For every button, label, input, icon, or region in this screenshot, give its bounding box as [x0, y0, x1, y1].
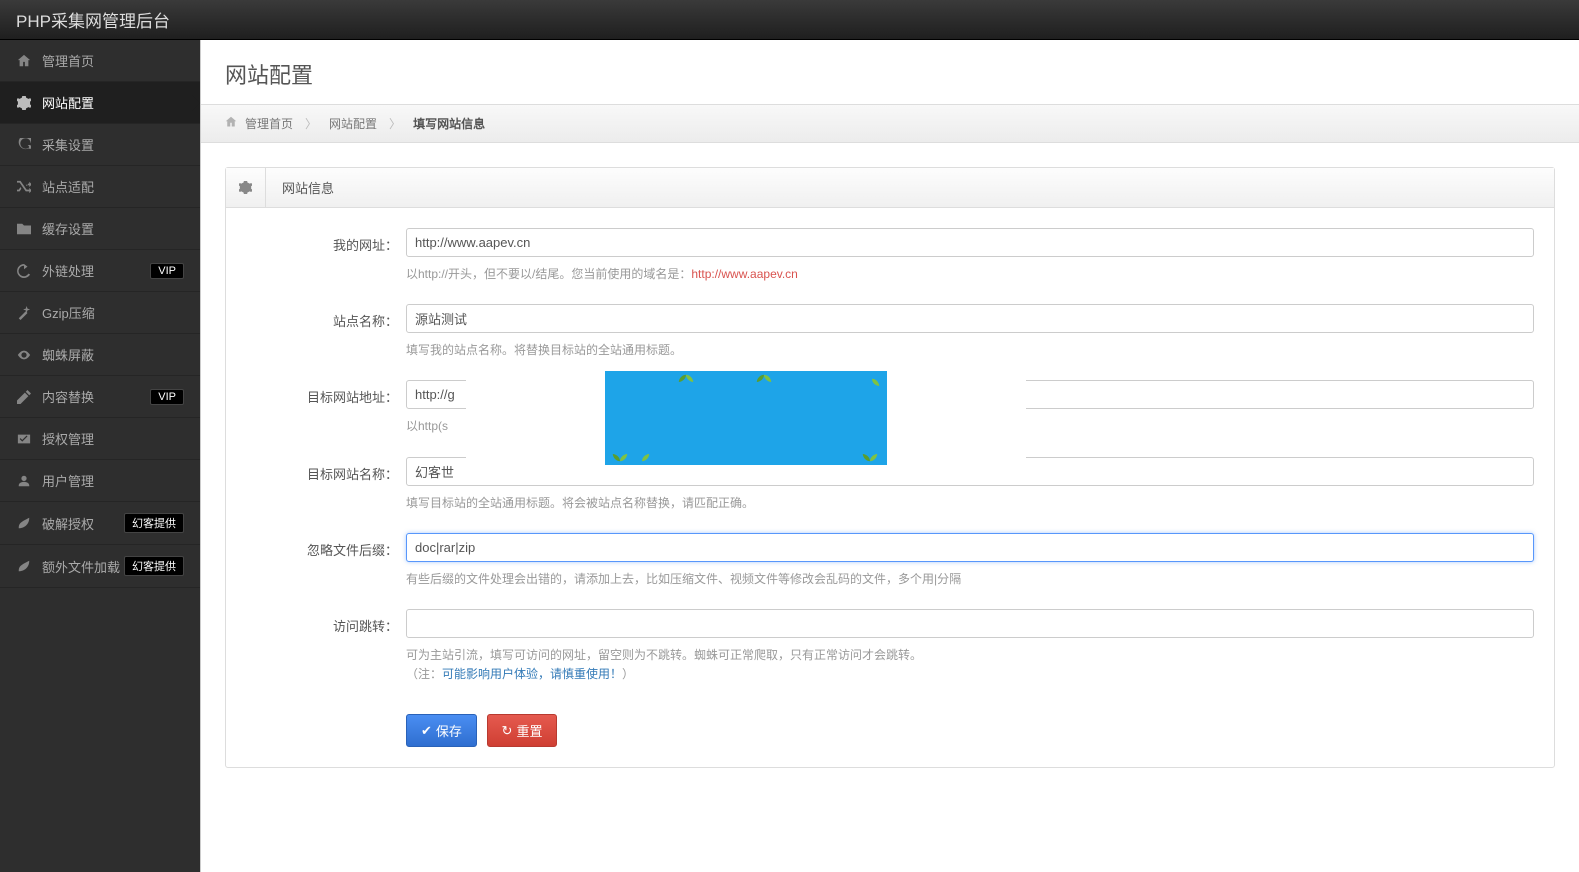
sidebar-link[interactable]: 授权管理 — [0, 418, 200, 460]
sidebar-item-label: 用户管理 — [42, 471, 94, 490]
sidebar-item-4[interactable]: 缓存设置 — [0, 208, 200, 250]
sidebar-link[interactable]: 缓存设置 — [0, 208, 200, 250]
gear-icon — [16, 95, 32, 111]
check-icon — [16, 431, 32, 447]
sidebar-item-10[interactable]: 用户管理 — [0, 460, 200, 502]
sidebar-item-label: 管理首页 — [42, 51, 94, 70]
sidebar-item-9[interactable]: 授权管理 — [0, 418, 200, 460]
sidebar-link[interactable]: 额外文件加载幻客提供 — [0, 545, 200, 588]
overlay-image — [466, 364, 1026, 472]
sidebar-item-5[interactable]: 外链处理 VIP — [0, 250, 200, 292]
panel-header: 网站信息 — [226, 168, 1554, 208]
eye-icon — [16, 347, 32, 363]
pencil-icon — [16, 389, 32, 405]
app-title: PHP采集网管理后台 — [16, 7, 170, 32]
breadcrumb-item-0[interactable]: 管理首页 — [245, 115, 293, 132]
sidebar-item-7[interactable]: 蜘蛛屏蔽 — [0, 334, 200, 376]
sidebar-item-1[interactable]: 网站配置 — [0, 82, 200, 124]
home-icon — [16, 53, 32, 69]
label-targetname: 目标网站名称： — [226, 457, 406, 527]
sidebar-badge: VIP — [150, 263, 184, 279]
label-myurl: 我的网址： — [226, 228, 406, 298]
page-title: 网站配置 — [201, 40, 1579, 104]
check-icon: ✔ — [421, 723, 432, 739]
label-ignoreext: 忽略文件后缀： — [226, 533, 406, 603]
refresh-icon: ↻ — [502, 723, 513, 739]
sidebar-item-12[interactable]: 额外文件加载幻客提供 — [0, 545, 200, 588]
sidebar-item-label: 授权管理 — [42, 429, 94, 448]
breadcrumb-sep: 〉 — [389, 115, 401, 132]
sidebar-item-label: Gzip压缩 — [42, 303, 95, 322]
main: 网站配置 管理首页 〉 网站配置 〉 填写网站信息 网站信息 — [200, 40, 1579, 872]
help-myurl: 以http://开头，但不要以/结尾。您当前使用的域名是：http://www.… — [406, 257, 1534, 298]
sidebar-item-0[interactable]: 管理首页 — [0, 40, 200, 82]
sidebar-badge: 幻客提供 — [124, 556, 184, 576]
sidebar-item-label: 蜘蛛屏蔽 — [42, 345, 94, 364]
sidebar-link[interactable]: 外链处理 VIP — [0, 250, 200, 292]
help-ignoreext: 有些后缀的文件处理会出错的，请添加上去，比如压缩文件、视频文件等修改会乱码的文件… — [406, 562, 1534, 603]
breadcrumb-item-1[interactable]: 网站配置 — [329, 115, 377, 132]
leaf-icon — [16, 515, 32, 531]
sidebar-link[interactable]: 采集设置 — [0, 124, 200, 166]
sidebar: 管理首页网站配置采集设置站点适配缓存设置外链处理 VIP Gzip压缩蜘蛛屏蔽内容替… — [0, 40, 200, 872]
input-sitename[interactable] — [406, 304, 1534, 333]
sidebar-item-3[interactable]: 站点适配 — [0, 166, 200, 208]
panel: 网站信息 我的网址： — [225, 167, 1555, 768]
reset-button[interactable]: ↻重置 — [487, 714, 558, 747]
topbar: PHP采集网管理后台 — [0, 0, 1579, 40]
sidebar-item-label: 采集设置 — [42, 135, 94, 154]
help-redirect: 可为主站引流，填写可访问的网址，留空则为不跳转。蜘蛛可正常爬取，只有正常访问才会… — [406, 638, 1534, 698]
label-targeturl: 目标网站地址： — [226, 380, 406, 450]
sidebar-link[interactable]: 蜘蛛屏蔽 — [0, 334, 200, 376]
save-button[interactable]: ✔保存 — [406, 714, 477, 747]
home-icon — [225, 116, 237, 131]
sidebar-item-label: 缓存设置 — [42, 219, 94, 238]
label-redirect: 访问跳转： — [226, 609, 406, 698]
label-sitename: 站点名称： — [226, 304, 406, 374]
refresh-icon — [16, 137, 32, 153]
sidebar-link[interactable]: 管理首页 — [0, 40, 200, 82]
wand-icon — [16, 305, 32, 321]
sidebar-link[interactable]: 内容替换 VIP — [0, 376, 200, 418]
input-ignoreext[interactable] — [406, 533, 1534, 562]
sidebar-item-6[interactable]: Gzip压缩 — [0, 292, 200, 334]
sidebar-item-label: 破解授权 — [42, 514, 94, 533]
sidebar-badge: 幻客提供 — [124, 513, 184, 533]
sidebar-link[interactable]: 站点适配 — [0, 166, 200, 208]
breadcrumb-sep: 〉 — [305, 115, 317, 132]
sidebar-link[interactable]: Gzip压缩 — [0, 292, 200, 334]
user-icon — [16, 473, 32, 489]
sidebar-item-label: 额外文件加载 — [42, 557, 120, 576]
input-redirect[interactable] — [406, 609, 1534, 638]
sidebar-item-8[interactable]: 内容替换 VIP — [0, 376, 200, 418]
breadcrumb-item-2: 填写网站信息 — [413, 115, 485, 132]
sidebar-item-11[interactable]: 破解授权 幻客提供 — [0, 502, 200, 545]
reload-icon — [16, 263, 32, 279]
sidebar-item-2[interactable]: 采集设置 — [0, 124, 200, 166]
sidebar-link[interactable]: 网站配置 — [0, 82, 200, 124]
shuffle-icon — [16, 179, 32, 195]
input-myurl[interactable] — [406, 228, 1534, 257]
sidebar-item-label: 站点适配 — [42, 177, 94, 196]
gear-icon — [226, 168, 266, 207]
sidebar-link[interactable]: 用户管理 — [0, 460, 200, 502]
sidebar-item-label: 网站配置 — [42, 93, 94, 112]
breadcrumb: 管理首页 〉 网站配置 〉 填写网站信息 — [201, 104, 1579, 143]
sidebar-item-label: 内容替换 — [42, 387, 94, 406]
folder-icon — [16, 221, 32, 237]
sidebar-badge: VIP — [150, 389, 184, 405]
sidebar-link[interactable]: 破解授权 幻客提供 — [0, 502, 200, 545]
panel-title: 网站信息 — [266, 168, 350, 207]
sidebar-item-label: 外链处理 — [42, 261, 94, 280]
leaf-icon — [16, 558, 32, 574]
help-targetname: 填写目标站的全站通用标题。将会被站点名称替换，请匹配正确。 — [406, 486, 1534, 527]
